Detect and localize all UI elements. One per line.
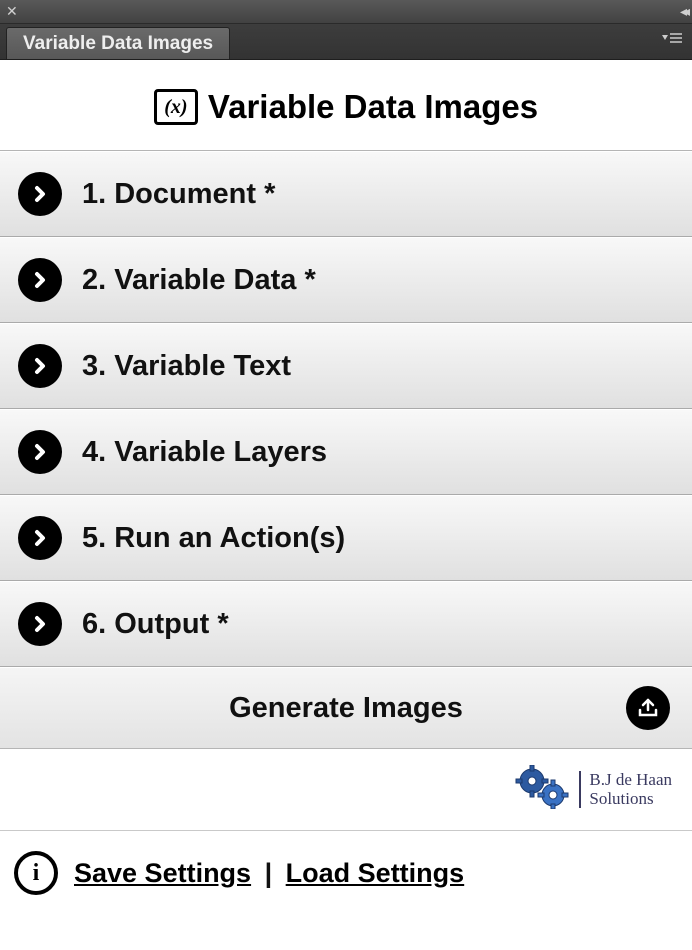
accordion-item-variable-text[interactable]: 3. Variable Text xyxy=(0,323,692,409)
chevron-right-icon xyxy=(18,602,62,646)
chevron-right-icon xyxy=(18,258,62,302)
footer-separator: | xyxy=(265,858,273,888)
variable-icon: (x) xyxy=(154,89,198,125)
chevron-right-icon xyxy=(18,516,62,560)
accordion-item-variable-layers[interactable]: 4. Variable Layers xyxy=(0,409,692,495)
footer-links: Save Settings | Load Settings xyxy=(74,858,464,889)
accordion-label: 3. Variable Text xyxy=(82,350,291,383)
accordion-label: 2. Variable Data * xyxy=(82,264,316,297)
footer-row: i Save Settings | Load Settings xyxy=(0,831,692,915)
tab-variable-data-images[interactable]: Variable Data Images xyxy=(6,27,230,59)
accordion-label: 1. Document * xyxy=(82,178,275,211)
save-settings-link[interactable]: Save Settings xyxy=(74,858,251,888)
chevron-right-icon xyxy=(18,344,62,388)
vendor-name: B.J de Haan Solutions xyxy=(579,771,672,808)
generate-label: Generate Images xyxy=(229,692,463,725)
panel-title-row: (x) Variable Data Images xyxy=(0,60,692,150)
accordion-label: 6. Output * xyxy=(82,608,229,641)
load-settings-link[interactable]: Load Settings xyxy=(286,858,465,888)
export-icon xyxy=(626,686,670,730)
info-icon[interactable]: i xyxy=(14,851,58,895)
generate-images-button[interactable]: Generate Images xyxy=(0,667,692,749)
collapse-icon[interactable]: ◂◂ xyxy=(680,3,686,20)
chevron-right-icon xyxy=(18,430,62,474)
vendor-logo: B.J de Haan Solutions xyxy=(0,749,692,831)
accordion-item-document[interactable]: 1. Document * xyxy=(0,151,692,237)
chevron-right-icon xyxy=(18,172,62,216)
accordion: 1. Document * 2. Variable Data * 3. Vari… xyxy=(0,150,692,667)
accordion-item-variable-data[interactable]: 2. Variable Data * xyxy=(0,237,692,323)
panel-menu-icon[interactable] xyxy=(660,32,682,51)
gears-icon xyxy=(515,765,571,814)
panel-tabbar: Variable Data Images xyxy=(0,24,692,60)
tab-label: Variable Data Images xyxy=(23,33,213,55)
close-icon[interactable]: ✕ xyxy=(6,3,18,20)
panel-title: Variable Data Images xyxy=(208,88,538,126)
accordion-label: 5. Run an Action(s) xyxy=(82,522,345,555)
accordion-item-run-action[interactable]: 5. Run an Action(s) xyxy=(0,495,692,581)
window-titlebar: ✕ ◂◂ xyxy=(0,0,692,24)
accordion-item-output[interactable]: 6. Output * xyxy=(0,581,692,667)
accordion-label: 4. Variable Layers xyxy=(82,436,327,469)
